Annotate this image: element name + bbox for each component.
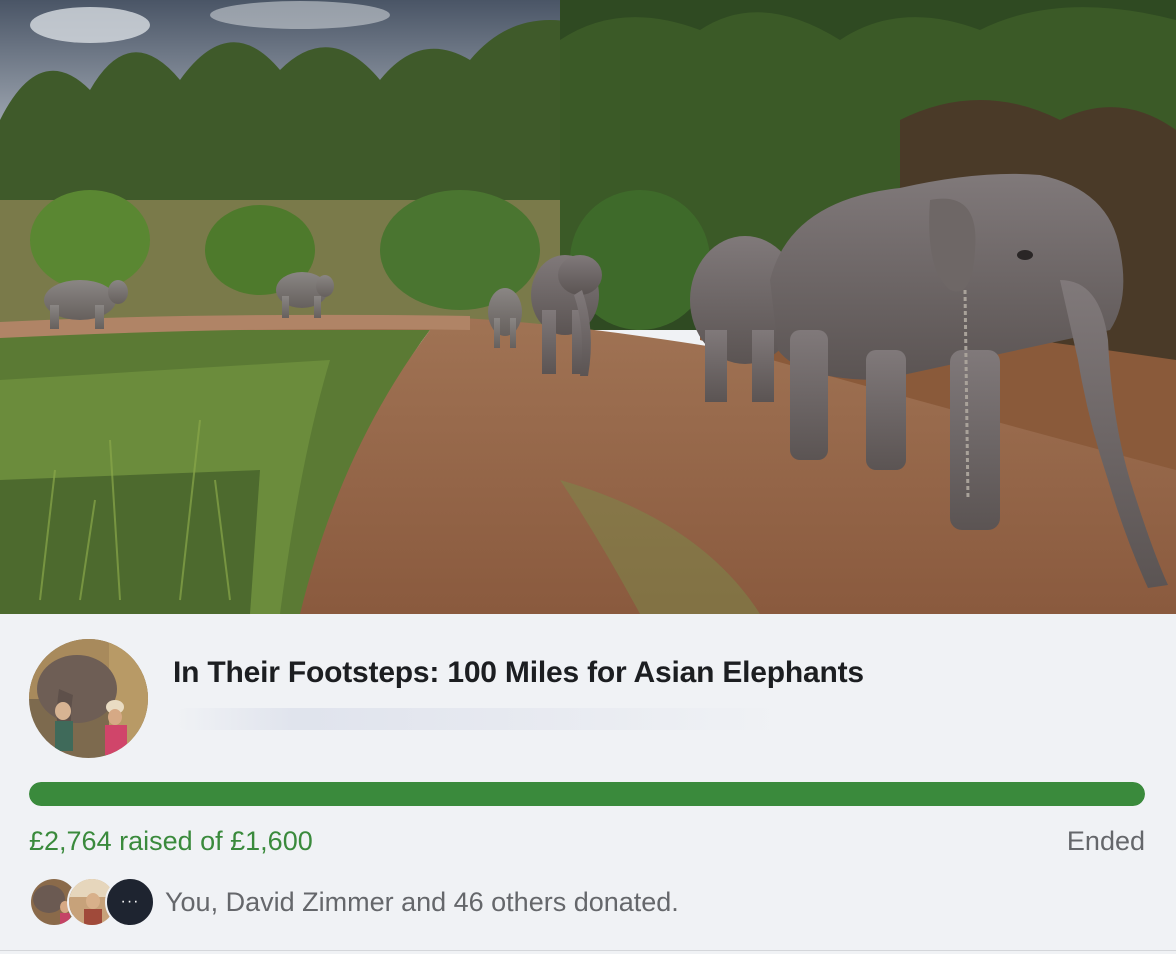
ellipsis-icon: ···: [120, 893, 140, 910]
fundraiser-card: In Their Footsteps: 100 Miles for Asian …: [0, 0, 1176, 954]
amount-raised: £2,764 raised of £1,600: [29, 826, 313, 856]
donors-summary[interactable]: You, David Zimmer and 46 others donated.: [165, 887, 679, 918]
divider: [0, 950, 1176, 951]
more-donors-icon[interactable]: ···: [105, 877, 155, 927]
redacted-subtitle: [175, 708, 785, 730]
fundraiser-cover-photo[interactable]: [0, 0, 1176, 614]
fundraiser-title[interactable]: In Their Footsteps: 100 Miles for Asian …: [173, 656, 864, 690]
progress-bar: [29, 782, 1145, 806]
progress-bar-fill: [29, 782, 1145, 806]
donors-row[interactable]: ··· You, David Zimmer and 46 others dona…: [29, 877, 679, 927]
fundraiser-avatar[interactable]: [29, 639, 148, 758]
fundraiser-status: Ended: [1066, 826, 1145, 856]
